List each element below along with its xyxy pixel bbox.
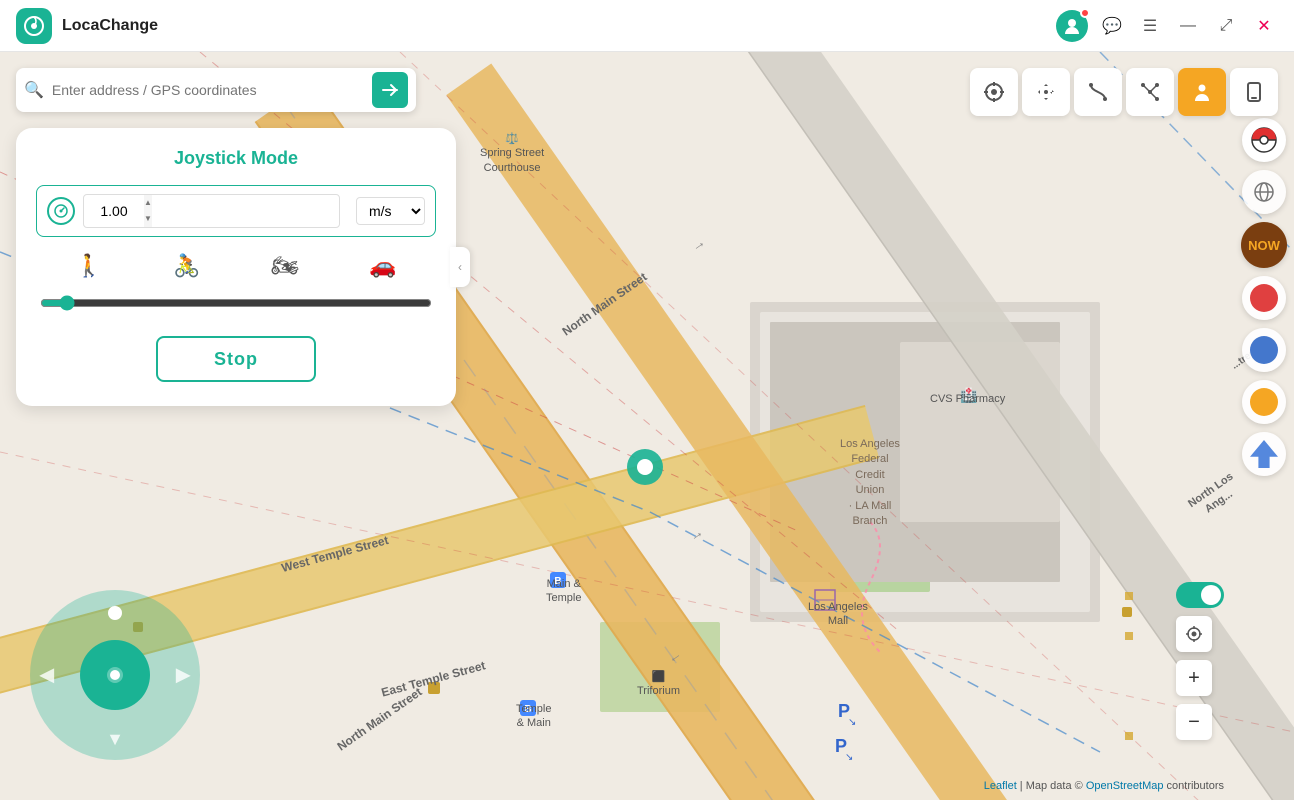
collapse-icon: ‹ xyxy=(458,260,462,274)
motorbike-icon[interactable]: 🏍 xyxy=(267,249,303,283)
message-button[interactable]: 💬 xyxy=(1098,12,1126,40)
speed-up-arrow[interactable]: ▲ xyxy=(144,195,152,211)
device-button[interactable] xyxy=(1230,68,1278,116)
toggle-circle xyxy=(1201,585,1221,605)
bicycle-icon[interactable]: 🚴 xyxy=(169,249,204,283)
app-title: LocaChange xyxy=(62,17,1056,35)
zoom-out-button[interactable]: − xyxy=(1176,704,1212,740)
osm-link[interactable]: OpenStreetMap xyxy=(1086,780,1164,792)
map-toggle[interactable] xyxy=(1176,582,1224,608)
arrow-item-icon[interactable] xyxy=(1242,432,1286,476)
speed-input-wrap: 1.00 ▲ ▼ xyxy=(83,194,340,228)
move-button[interactable] xyxy=(1022,68,1070,116)
route-button[interactable] xyxy=(1074,68,1122,116)
titlebar-actions: 💬 ☰ — ⤢ ✕ xyxy=(1056,10,1278,42)
joystick-outer-ring: ▲ ▼ ◀ ▶ xyxy=(30,590,200,760)
joystick-panel-title: Joystick Mode xyxy=(36,148,436,169)
speed-row: 1.00 ▲ ▼ m/s km/h mph xyxy=(36,185,436,237)
walk-icon[interactable]: 🚶 xyxy=(71,249,106,283)
joystick-arrow-right[interactable]: ▶ xyxy=(176,665,190,686)
red-item-icon[interactable] xyxy=(1242,276,1286,320)
maximize-button[interactable]: ⤢ xyxy=(1212,12,1240,40)
map-container: → → → B B P ↘ P ↘ 🏥 North Main Street We… xyxy=(0,52,1294,800)
map-controls: + − xyxy=(1176,582,1224,740)
car-icon[interactable]: 🚗 xyxy=(365,249,400,283)
top-toolbar xyxy=(970,68,1278,116)
minus-icon: − xyxy=(1188,711,1200,734)
search-submit-button[interactable] xyxy=(372,72,408,108)
joystick-control: ▲ ▼ ◀ ▶ xyxy=(30,590,200,760)
titlebar: LocaChange 💬 ☰ — ⤢ ✕ xyxy=(0,0,1294,52)
svg-text:↘: ↘ xyxy=(845,752,853,763)
search-bar: 🔍 xyxy=(16,68,416,112)
search-icon: 🔍 xyxy=(24,80,44,100)
svg-text:↘: ↘ xyxy=(848,717,856,728)
now-badge[interactable]: NOW xyxy=(1241,222,1287,268)
svg-text:B: B xyxy=(554,576,561,587)
notification-dot xyxy=(1080,8,1090,18)
speed-down-arrow[interactable]: ▼ xyxy=(144,211,152,227)
svg-text:B: B xyxy=(524,704,531,715)
locate-button[interactable] xyxy=(970,68,1018,116)
map-attribution: Leaflet | Map data © OpenStreetMap contr… xyxy=(984,780,1224,792)
person-button[interactable] xyxy=(1178,68,1226,116)
joystick-arrow-down[interactable]: ▼ xyxy=(106,729,124,750)
pokemon-icon[interactable] xyxy=(1242,118,1286,162)
app-logo xyxy=(16,8,52,44)
speed-arrows: ▲ ▼ xyxy=(144,195,152,227)
joystick-center[interactable] xyxy=(80,640,150,710)
speed-slider[interactable] xyxy=(40,295,432,311)
transport-row: 🚶 🚴 🏍 🚗 xyxy=(36,249,436,283)
speed-input[interactable]: 1.00 xyxy=(84,199,144,223)
unit-select[interactable]: m/s km/h mph xyxy=(356,197,425,225)
svg-text:🏥: 🏥 xyxy=(960,387,977,404)
zoom-in-button[interactable]: + xyxy=(1176,660,1212,696)
search-input[interactable] xyxy=(44,82,372,98)
close-button[interactable]: ✕ xyxy=(1250,12,1278,40)
user-avatar[interactable] xyxy=(1056,10,1088,42)
speed-gauge-icon xyxy=(47,197,75,225)
plus-icon: + xyxy=(1188,667,1200,690)
minimize-button[interactable]: — xyxy=(1174,12,1202,40)
joystick-arrow-up[interactable]: ▲ xyxy=(106,600,124,621)
right-sidebar: NOW xyxy=(1234,52,1294,800)
speed-slider-row xyxy=(36,295,436,316)
joystick-arrow-left[interactable]: ◀ xyxy=(40,665,54,686)
collapse-button[interactable]: ‹ xyxy=(450,247,470,287)
menu-button[interactable]: ☰ xyxy=(1136,12,1164,40)
leaflet-link[interactable]: Leaflet xyxy=(984,780,1017,792)
map-locate-button[interactable] xyxy=(1176,616,1212,652)
weather-icon[interactable] xyxy=(1242,170,1286,214)
multipoint-button[interactable] xyxy=(1126,68,1174,116)
yellow-item-icon[interactable] xyxy=(1242,380,1286,424)
stop-button[interactable]: Stop xyxy=(156,336,316,382)
blue-item-icon[interactable] xyxy=(1242,328,1286,372)
joystick-panel: Joystick Mode 1.00 ▲ ▼ m/s km/h mph 🚶 � xyxy=(16,128,456,406)
